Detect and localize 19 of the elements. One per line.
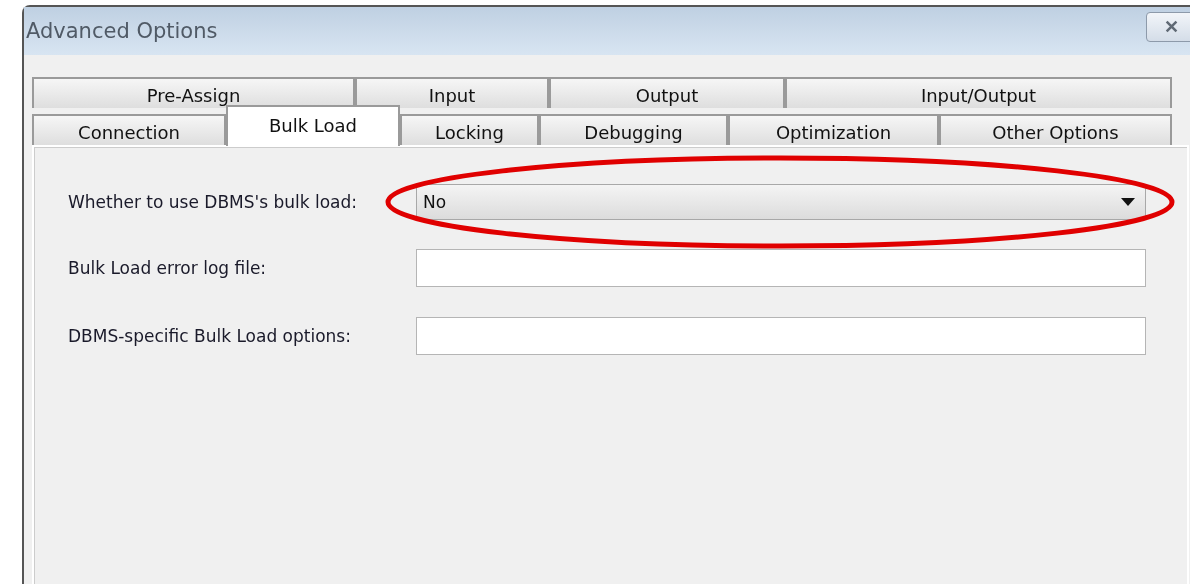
tab[interactable]: Debugging bbox=[539, 114, 728, 145]
field-label: Bulk Load error log file: bbox=[68, 258, 268, 278]
tab[interactable]: Optimization bbox=[728, 114, 939, 145]
field-label: Whether to use DBMS's bulk load: bbox=[68, 192, 359, 212]
close-button[interactable]: ✕ bbox=[1146, 12, 1190, 42]
dropdown-arrow-icon bbox=[1121, 198, 1135, 206]
tab[interactable]: Connection bbox=[32, 114, 226, 145]
text-field[interactable] bbox=[416, 249, 1146, 287]
tab[interactable]: Pre-Assign bbox=[32, 77, 355, 108]
tab[interactable]: Locking bbox=[400, 114, 539, 145]
window-title: Advanced Options bbox=[25, 19, 218, 43]
dropdown[interactable]: No bbox=[416, 184, 1146, 220]
tab[interactable]: Input bbox=[355, 77, 549, 108]
text-field[interactable] bbox=[416, 317, 1146, 355]
tab[interactable]: Other Options bbox=[939, 114, 1172, 145]
tab[interactable]: Input/Output bbox=[785, 77, 1172, 108]
tab[interactable]: Output bbox=[549, 77, 785, 108]
tab[interactable]: Bulk Load bbox=[226, 105, 400, 146]
field-label: DBMS-specific Bulk Load options: bbox=[68, 326, 352, 346]
